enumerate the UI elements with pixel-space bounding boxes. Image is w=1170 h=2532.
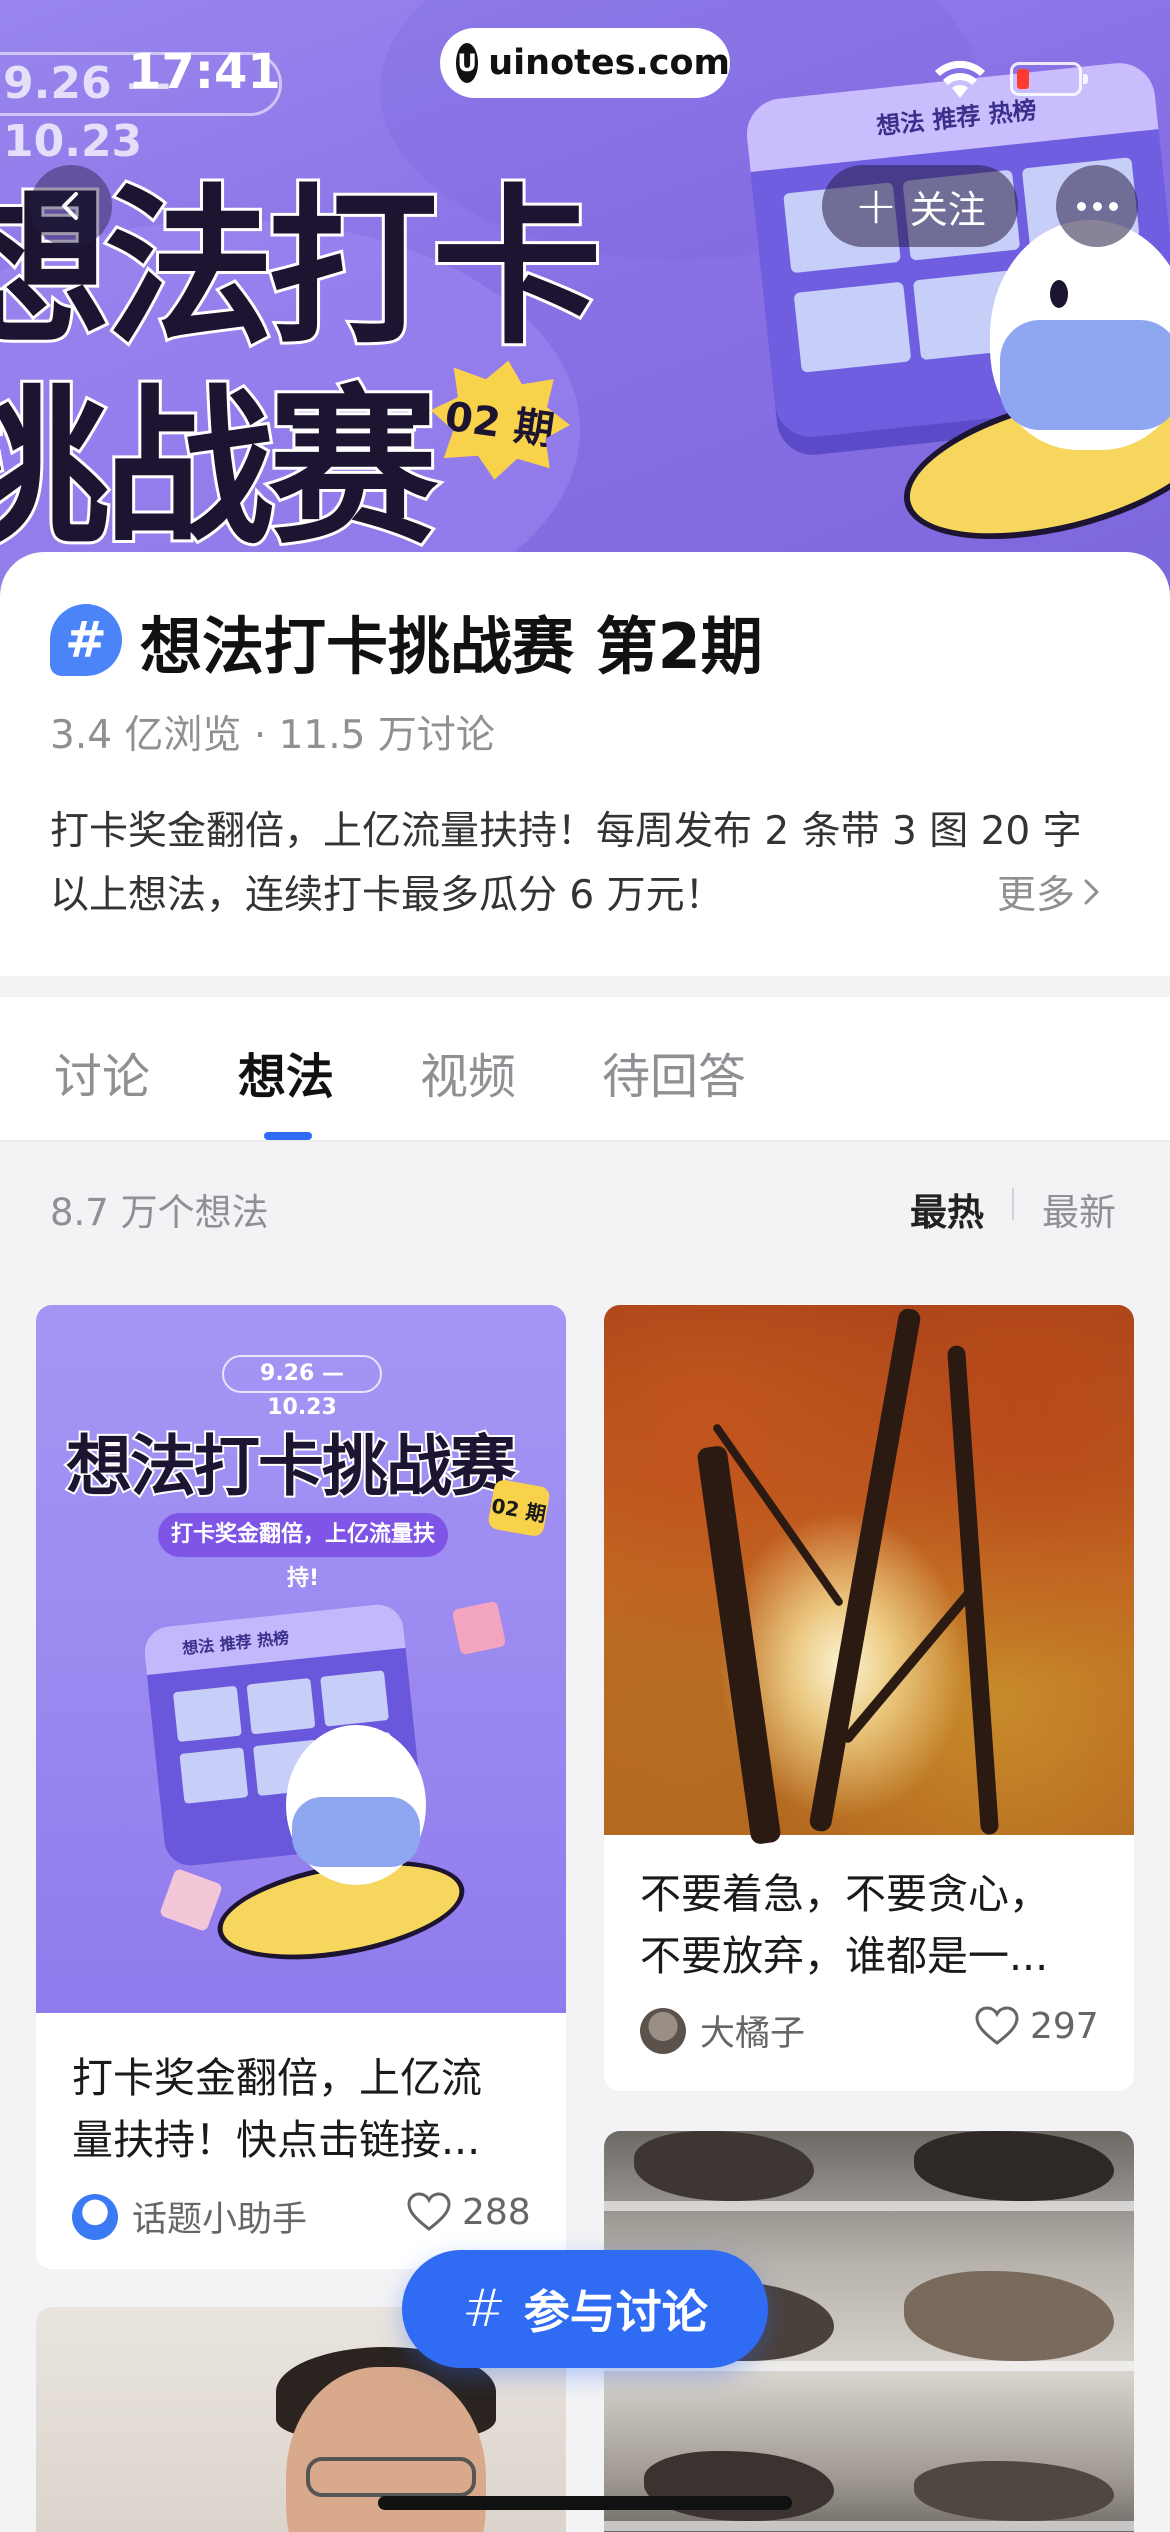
promo-title: 想法打卡挑战赛 [64, 1426, 518, 1507]
tab-discussion[interactable]: 讨论 [54, 1037, 150, 1107]
sort-hot-button[interactable]: 最热 [910, 1182, 984, 1236]
follow-label: 关注 [909, 187, 986, 232]
join-discussion-label: 参与讨论 [523, 2285, 708, 2339]
banner-title-line2: 挑战赛 [0, 367, 441, 571]
feed-sort-bar: 8.7 万个想法 最热 最新 [0, 1142, 1170, 1258]
expand-description-link[interactable]: 更多 [983, 864, 1104, 920]
author-name: 话题小助手 [132, 2200, 308, 2240]
home-indicator[interactable] [378, 2496, 792, 2510]
ideas-count: 8.7 万个想法 [50, 1191, 269, 1234]
like-count: 288 [462, 2191, 531, 2233]
chevron-right-icon [1084, 879, 1099, 905]
url-text: uinotes.com [488, 43, 730, 83]
sort-divider [1012, 1188, 1014, 1220]
tab-pending-answers[interactable]: 待回答 [602, 1037, 746, 1107]
tab-videos[interactable]: 视频 [420, 1037, 516, 1107]
status-time: 17:41 [128, 44, 281, 100]
promo-date-range: 9.26 — 10.23 [222, 1355, 382, 1420]
tab-ideas[interactable]: 想法 [238, 1037, 334, 1107]
back-button[interactable] [30, 165, 112, 247]
topic-title: 想法打卡挑战赛 第2期 [140, 610, 763, 683]
like-button[interactable]: 288 [406, 2191, 531, 2233]
promo-image: 9.26 — 10.23 想法打卡挑战赛 02 期 打卡奖金翻倍，上亿流量扶持!… [36, 1305, 566, 2013]
mascot-illustration [286, 1725, 426, 1885]
chevron-left-icon [62, 192, 78, 220]
promo-tagline: 打卡奖金翻倍，上亿流量扶持! [158, 1513, 448, 1591]
mascot-illustration [990, 220, 1170, 450]
topic-stats: 3.4 亿浏览 · 11.5 万讨论 [50, 713, 495, 758]
hashtag-icon: # [462, 2279, 506, 2339]
heart-icon [975, 2006, 1019, 2045]
promo-issue-badge: 02 期 [487, 1478, 551, 1538]
topic-info-card: # 想法打卡挑战赛 第2期 3.4 亿浏览 · 11.5 万讨论 打卡奖金翻倍，… [0, 552, 1170, 976]
like-button[interactable]: 297 [974, 2005, 1099, 2047]
avatar [72, 2193, 118, 2240]
idea-text: 不要着急，不要贪心， 不要放弃，谁都是一... [640, 1870, 1050, 1980]
more-options-button[interactable] [1056, 165, 1138, 247]
heart-icon [407, 2192, 451, 2231]
avatar [640, 2007, 686, 2054]
uinotes-logo-icon: U [456, 43, 479, 83]
author-name: 大橘子 [700, 2014, 806, 2054]
sort-new-button[interactable]: 最新 [1042, 1182, 1116, 1236]
plus-icon: + [854, 176, 898, 236]
idea-card[interactable]: 不要着急，不要贪心， 不要放弃，谁都是一... 大橘子 297 [604, 1305, 1134, 2091]
more-dots-icon [1076, 201, 1086, 211]
idea-photo [604, 1305, 1134, 1846]
idea-card[interactable]: 9.26 — 10.23 想法打卡挑战赛 02 期 打卡奖金翻倍，上亿流量扶持!… [36, 1305, 566, 2269]
more-label: 更多 [997, 873, 1076, 918]
idea-author[interactable]: 话题小助手 [72, 2191, 307, 2242]
battery-icon [1010, 62, 1088, 96]
wifi-icon [935, 60, 985, 98]
topic-banner: 9.26 — 10.23 想法打卡 挑战赛 02 期 想法 推荐 热榜 17:4… [0, 0, 1170, 600]
content-tabs: 讨论 想法 视频 待回答 [0, 997, 1170, 1142]
topic-description: 打卡奖金翻倍，上亿流量扶持！每周发布 2 条带 3 图 20 字以上想法，连续打… [50, 809, 1082, 918]
url-pill: U uinotes.com [440, 28, 730, 98]
active-tab-indicator [264, 1132, 312, 1140]
hashtag-icon: # [50, 604, 122, 676]
join-discussion-button[interactable]: # 参与讨论 [402, 2250, 768, 2368]
follow-button[interactable]: + 关注 [822, 165, 1018, 247]
like-count: 297 [1030, 2005, 1099, 2047]
idea-text: 打卡奖金翻倍，上亿流 量扶持！快点击链接... [72, 2054, 482, 2164]
idea-author[interactable]: 大橘子 [640, 2005, 805, 2056]
